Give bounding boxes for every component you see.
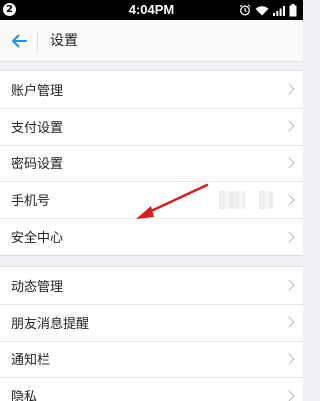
- chevron-right-icon: [283, 279, 295, 292]
- settings-item-moments-management[interactable]: 动态管理: [0, 267, 303, 304]
- chevron-right-icon: [283, 83, 295, 96]
- settings-item-privacy[interactable]: 隐私: [0, 377, 303, 401]
- settings-item-notification-bar[interactable]: 通知栏: [0, 340, 303, 378]
- settings-group-general: 动态管理 朋友消息提醒 通知栏 隐私: [0, 266, 303, 401]
- settings-item-security-center[interactable]: 安全中心: [0, 218, 303, 255]
- chevron-right-icon: [283, 353, 295, 365]
- settings-item-payment[interactable]: 支付设置: [0, 107, 303, 145]
- settings-item-label: 手机号: [11, 194, 51, 210]
- settings-item-label: 朋友消息提醒: [11, 316, 90, 332]
- settings-item-label: 支付设置: [11, 120, 64, 136]
- signal-icon: [273, 5, 285, 16]
- chevron-right-icon: [283, 120, 295, 132]
- chevron-right-icon: [283, 390, 295, 401]
- chevron-right-icon: [283, 230, 295, 243]
- phone-number-blurred-tail: [259, 190, 273, 209]
- wifi-icon: [255, 5, 269, 15]
- settings-item-account-management[interactable]: 账户管理: [0, 71, 303, 108]
- chevron-right-icon: [283, 157, 295, 169]
- settings-group-account: 账户管理 支付设置 密码设置 手机号 安全中心: [0, 70, 303, 256]
- settings-item-friend-message-reminder[interactable]: 朋友消息提醒: [0, 303, 303, 341]
- settings-item-password[interactable]: 密码设置: [0, 144, 303, 182]
- settings-item-label: 安全中心: [11, 231, 64, 247]
- settings-item-label: 通知栏: [11, 353, 51, 369]
- back-arrow-icon[interactable]: [9, 31, 29, 51]
- alarm-icon: [239, 4, 251, 16]
- app-header: 设置: [0, 20, 303, 62]
- page-title: 设置: [50, 33, 78, 49]
- status-bar: 2 4:04PM: [0, 0, 303, 20]
- battery-icon: [289, 3, 297, 16]
- chevron-right-icon: [283, 194, 295, 206]
- settings-item-label: 隐私: [11, 390, 38, 401]
- chevron-right-icon: [283, 316, 295, 328]
- status-icons: [239, 3, 297, 17]
- settings-item-label: 账户管理: [11, 83, 64, 99]
- phone-number-blurred: [219, 190, 245, 209]
- header-divider: [37, 31, 38, 51]
- settings-item-label: 密码设置: [11, 157, 64, 173]
- settings-item-phone[interactable]: 手机号: [0, 181, 303, 218]
- settings-item-label: 动态管理: [11, 279, 64, 295]
